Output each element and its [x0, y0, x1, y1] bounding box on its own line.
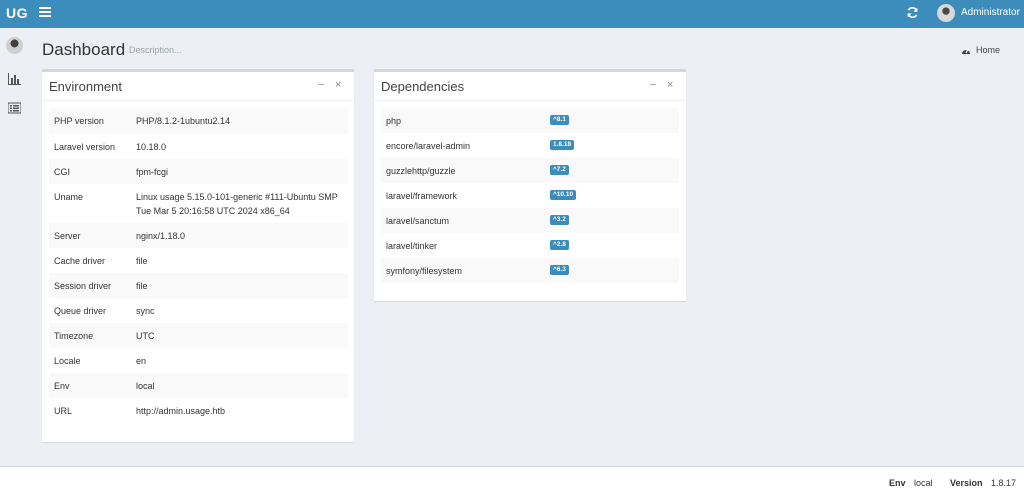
env-row-env: Env local — [49, 373, 348, 398]
dependency-name: laravel/framework — [386, 191, 458, 201]
hamburger-icon[interactable] — [39, 7, 51, 21]
env-value: 10.18.0 — [136, 142, 167, 152]
footer-env-value: local — [914, 478, 933, 488]
close-icon[interactable]: × — [667, 79, 673, 91]
dependency-name: guzzlehttp/guzzle — [386, 166, 456, 176]
box-divider — [42, 100, 354, 101]
env-value: en — [136, 356, 147, 366]
env-key: Cache driver — [54, 256, 106, 266]
version-badge: ^8.1 — [550, 115, 569, 125]
dependency-name: encore/laravel-admin — [386, 141, 471, 151]
version-badge: ^3.2 — [550, 215, 569, 225]
env-value: local — [136, 381, 155, 391]
dependency-row: laravel/sanctum ^3.2 — [381, 208, 679, 233]
app-logo[interactable]: UG — [6, 5, 28, 21]
user-menu-name[interactable]: Administrator — [961, 7, 1020, 18]
env-value: nginx/1.18.0 — [136, 231, 186, 241]
env-row-uname: Uname Linux usage 5.15.0-101-generic #11… — [49, 184, 348, 223]
env-row-locale: Locale en — [49, 348, 348, 373]
dashboard-icon[interactable] — [961, 46, 971, 55]
env-key: Session driver — [54, 281, 112, 291]
dependencies-box: Dependencies − × php ^8.1 encore/laravel… — [374, 69, 686, 301]
version-badge: ^2.8 — [550, 240, 569, 250]
top-navbar: UG Administrator — [0, 0, 1024, 28]
refresh-icon[interactable] — [906, 6, 919, 19]
env-key: Locale — [54, 356, 81, 366]
version-badge: ^6.3 — [550, 265, 569, 275]
dependency-row: php ^8.1 — [381, 108, 679, 133]
env-row-server: Server nginx/1.18.0 — [49, 223, 348, 248]
env-row-laravel-version: Laravel version 10.18.0 — [49, 134, 348, 159]
user-avatar[interactable] — [937, 4, 955, 22]
footer-version-value: 1.8.17 — [991, 478, 1017, 488]
collapse-icon[interactable]: − — [318, 79, 324, 91]
env-key: Env — [54, 381, 70, 391]
dependency-row: encore/laravel-admin 1.8.18 — [381, 133, 679, 158]
box-divider — [374, 100, 686, 101]
env-row-session-driver: Session driver file — [49, 273, 348, 298]
env-row-cgi: CGI fpm-fcgi — [49, 159, 348, 184]
env-row-queue-driver: Queue driver sync — [49, 298, 348, 323]
bar-chart-icon[interactable] — [8, 73, 21, 85]
sidebar-user-avatar[interactable] — [6, 37, 23, 54]
dependency-name: php — [386, 116, 402, 126]
env-key: CGI — [54, 167, 71, 177]
env-key: Server — [54, 231, 81, 241]
footer-version-label-text: Version — [950, 478, 983, 488]
dependencies-title: Dependencies — [381, 79, 465, 94]
page-description: Description... — [129, 45, 182, 55]
dependency-row: laravel/framework ^10.10 — [381, 183, 679, 208]
version-badge: 1.8.18 — [550, 140, 575, 150]
footer-env-label: Env — [889, 478, 906, 488]
dependency-row: symfony/filesystem ^6.3 — [381, 258, 679, 283]
env-key: PHP version — [54, 116, 104, 126]
env-row-php-version: PHP version PHP/8.1.2-1ubuntu2.14 — [49, 108, 348, 134]
footer-version-label: Version — [950, 478, 983, 488]
env-value: UTC — [136, 331, 155, 341]
env-row-timezone: Timezone UTC — [49, 323, 348, 348]
env-key: Uname — [54, 192, 84, 202]
sidebar — [0, 28, 29, 493]
list-icon[interactable] — [8, 102, 21, 114]
dependency-name: symfony/filesystem — [386, 266, 463, 276]
env-row-cache-driver: Cache driver file — [49, 248, 348, 273]
version-badge: ^7.2 — [550, 165, 569, 175]
close-icon[interactable]: × — [335, 79, 341, 91]
footer-env-label-text: Env — [889, 478, 906, 488]
dependency-name: laravel/tinker — [386, 241, 438, 251]
environment-title: Environment — [49, 79, 122, 94]
breadcrumb-home[interactable]: Home — [976, 45, 1000, 55]
env-key: URL — [54, 406, 73, 416]
dependency-row: guzzlehttp/guzzle ^7.2 — [381, 158, 679, 183]
version-badge: ^10.10 — [550, 190, 577, 200]
env-value: file — [136, 256, 148, 266]
collapse-icon[interactable]: − — [650, 79, 656, 91]
env-key: Timezone — [54, 331, 94, 341]
dependency-row: laravel/tinker ^2.8 — [381, 233, 679, 258]
environment-box: Environment − × PHP version PHP/8.1.2-1u… — [42, 69, 354, 442]
env-value: sync — [136, 306, 155, 316]
footer: Env local Version 1.8.17 — [0, 466, 1024, 493]
dependency-name: laravel/sanctum — [386, 216, 450, 226]
env-value: fpm-fcgi — [136, 167, 169, 177]
env-value: Linux usage 5.15.0-101-generic #111-Ubun… — [136, 192, 338, 216]
env-key: Queue driver — [54, 306, 107, 316]
env-value: file — [136, 281, 148, 291]
env-key: Laravel version — [54, 142, 116, 152]
page-title: Dashboard — [42, 40, 126, 59]
env-row-url: URL http://admin.usage.htb — [49, 398, 348, 423]
env-value: PHP/8.1.2-1ubuntu2.14 — [136, 116, 231, 126]
env-value: http://admin.usage.htb — [136, 406, 226, 416]
